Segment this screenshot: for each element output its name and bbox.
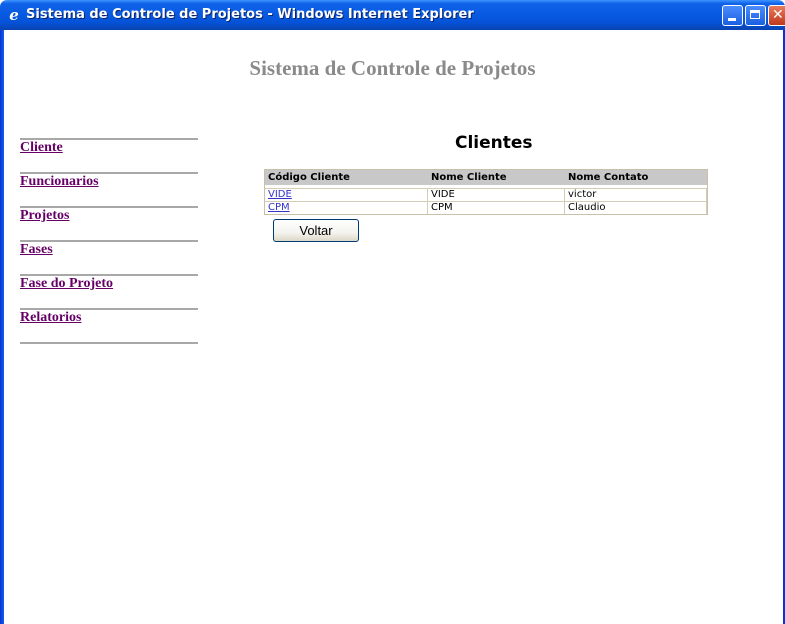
section-title: Clientes xyxy=(455,133,533,153)
table-cell-nome-cliente: CPM xyxy=(428,201,565,214)
window-title: Sistema de Controle de Projetos - Window… xyxy=(26,7,474,22)
table-cell-nome-cliente: VIDE xyxy=(428,188,565,201)
table-cell-codigo: CPM xyxy=(265,201,428,214)
table-row: VIDE VIDE victor xyxy=(265,188,707,201)
window-frame-left xyxy=(0,30,4,624)
client-code-link[interactable]: VIDE xyxy=(268,189,292,200)
column-header-nome-contato: Nome Contato xyxy=(565,170,707,188)
client-code-link[interactable]: CPM xyxy=(268,202,290,213)
table-cell-nome-contato: victor xyxy=(565,188,707,201)
page-title: Sistema de Controle de Projetos xyxy=(249,56,536,80)
back-button[interactable]: Voltar xyxy=(273,219,359,242)
table-header-row: Código Cliente Nome Cliente Nome Contato xyxy=(265,170,707,188)
column-header-codigo: Código Cliente xyxy=(265,170,428,188)
menu-divider xyxy=(20,342,198,344)
ie-icon: e xyxy=(9,6,19,24)
table-cell-codigo: VIDE xyxy=(265,188,428,201)
menu-item-cliente[interactable]: Cliente xyxy=(20,140,198,172)
minimize-button[interactable] xyxy=(722,5,743,26)
window-title-bar[interactable]: e Sistema de Controle de Projetos - Wind… xyxy=(0,0,785,30)
table-row: CPM CPM Claudio xyxy=(265,201,707,214)
menu-item-funcionarios[interactable]: Funcionarios xyxy=(20,174,198,206)
column-header-nome-cliente: Nome Cliente xyxy=(428,170,565,188)
menu-item-fases[interactable]: Fases xyxy=(20,242,198,274)
sidebar-menu: Cliente Funcionarios Projetos Fases Fase… xyxy=(20,138,198,344)
menu-item-relatorios[interactable]: Relatorios xyxy=(20,310,198,342)
menu-item-projetos[interactable]: Projetos xyxy=(20,208,198,240)
table-cell-nome-contato: Claudio xyxy=(565,201,707,214)
maximize-button[interactable] xyxy=(745,5,766,26)
clients-table: Código Cliente Nome Cliente Nome Contato… xyxy=(264,169,708,215)
menu-item-fase-do-projeto[interactable]: Fase do Projeto xyxy=(20,276,198,308)
close-button[interactable] xyxy=(768,5,785,26)
